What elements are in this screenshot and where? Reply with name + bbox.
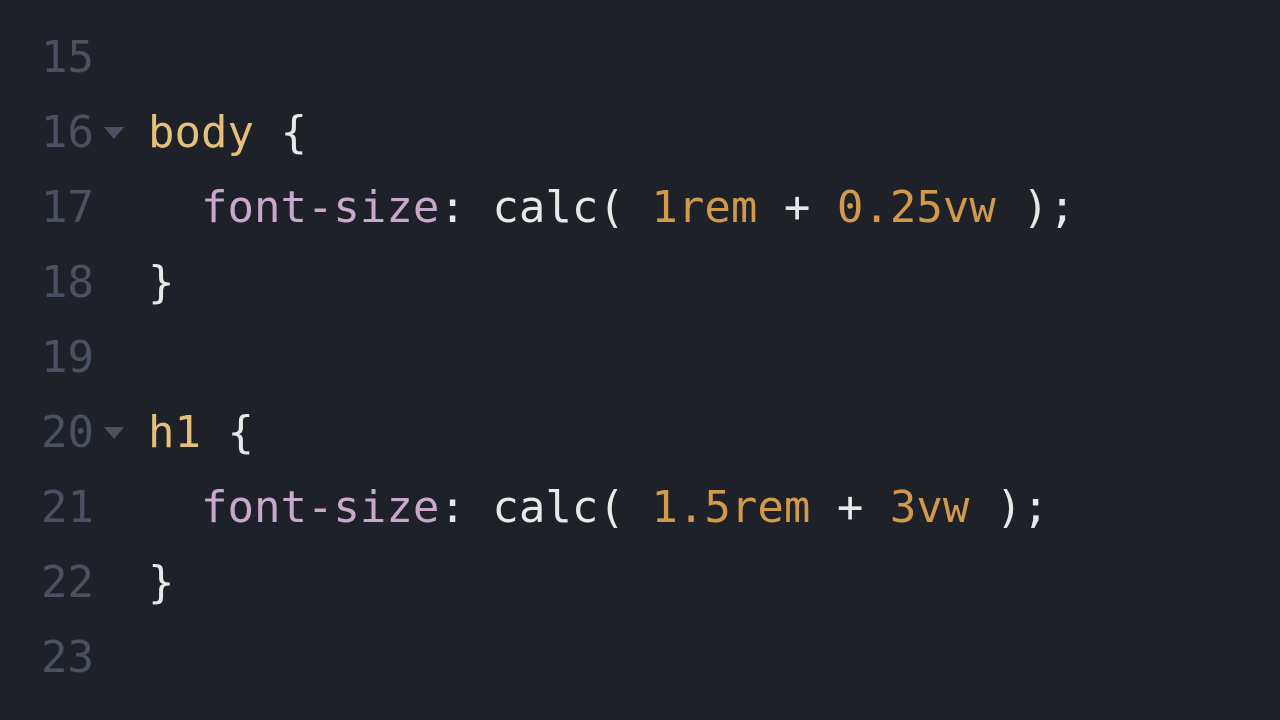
code-token: } xyxy=(148,557,175,608)
code-token: calc xyxy=(492,182,598,233)
code-line-content[interactable]: h1 { xyxy=(148,411,254,455)
code-line[interactable]: body { xyxy=(148,95,1280,170)
code-token: : xyxy=(439,182,466,233)
code-token: h1 xyxy=(148,407,201,458)
code-line-content[interactable]: } xyxy=(148,561,175,605)
code-token xyxy=(810,482,837,533)
code-token xyxy=(810,182,837,233)
line-number-value: 20 xyxy=(41,407,94,458)
code-editor[interactable]: 15 16 17 18 19 20 21 22 23 body { font-size: cal… xyxy=(0,0,1280,720)
line-number: 21 xyxy=(0,470,130,545)
line-number-value: 22 xyxy=(41,557,94,608)
code-token: + xyxy=(784,182,811,233)
code-token: rem xyxy=(731,482,810,533)
line-number: 23 xyxy=(0,620,130,695)
code-token xyxy=(466,182,493,233)
code-token: : xyxy=(439,482,466,533)
code-token: ) xyxy=(1022,182,1049,233)
code-token xyxy=(969,482,996,533)
code-token xyxy=(466,482,493,533)
line-number: 17 xyxy=(0,170,130,245)
code-token: ; xyxy=(1049,182,1076,233)
code-line[interactable] xyxy=(148,620,1280,695)
code-token xyxy=(148,482,201,533)
line-number-value: 15 xyxy=(41,32,94,83)
code-area[interactable]: body { font-size: calc( 1rem + 0.25vw );… xyxy=(130,20,1280,720)
line-number-value: 21 xyxy=(41,482,94,533)
code-token: + xyxy=(837,482,864,533)
line-number-gutter: 15 16 17 18 19 20 21 22 23 xyxy=(0,20,130,720)
code-token xyxy=(625,482,652,533)
line-number-value: 18 xyxy=(41,257,94,308)
code-token: vw xyxy=(943,182,996,233)
code-line-content[interactable]: font-size: calc( 1rem + 0.25vw ); xyxy=(148,186,1075,230)
code-token xyxy=(201,407,228,458)
code-token: ; xyxy=(1022,482,1049,533)
code-token xyxy=(863,482,890,533)
code-token xyxy=(254,107,281,158)
code-token: body xyxy=(148,107,254,158)
code-token: font-size xyxy=(201,182,439,233)
code-line[interactable]: } xyxy=(148,545,1280,620)
code-token: { xyxy=(280,107,307,158)
code-line[interactable]: } xyxy=(148,245,1280,320)
line-number: 22 xyxy=(0,545,130,620)
code-token xyxy=(148,182,201,233)
line-number: 19 xyxy=(0,320,130,395)
code-line-content[interactable]: } xyxy=(148,261,175,305)
code-token xyxy=(996,182,1023,233)
code-line[interactable] xyxy=(148,320,1280,395)
code-token xyxy=(625,182,652,233)
code-line-content[interactable]: body { xyxy=(148,111,307,155)
code-line[interactable]: font-size: calc( 1rem + 0.25vw ); xyxy=(148,170,1280,245)
fold-chevron-down-icon[interactable] xyxy=(104,427,124,439)
code-token xyxy=(757,182,784,233)
code-token: ) xyxy=(996,482,1023,533)
code-line[interactable] xyxy=(148,20,1280,95)
code-token: 0.25 xyxy=(837,182,943,233)
code-line[interactable]: font-size: calc( 1.5rem + 3vw ); xyxy=(148,470,1280,545)
line-number-value: 19 xyxy=(41,332,94,383)
line-number-value: 23 xyxy=(41,632,94,683)
line-number: 18 xyxy=(0,245,130,320)
line-number: 15 xyxy=(0,20,130,95)
line-number: 16 xyxy=(0,95,130,170)
code-token: ( xyxy=(598,482,625,533)
code-token: ( xyxy=(598,182,625,233)
code-token: 1 xyxy=(651,182,678,233)
line-number-value: 17 xyxy=(41,182,94,233)
code-token: font-size xyxy=(201,482,439,533)
fold-chevron-down-icon[interactable] xyxy=(104,127,124,139)
code-token: calc xyxy=(492,482,598,533)
code-token: 3 xyxy=(890,482,917,533)
code-line[interactable]: h1 { xyxy=(148,395,1280,470)
code-token: vw xyxy=(916,482,969,533)
line-number: 20 xyxy=(0,395,130,470)
code-token: rem xyxy=(678,182,757,233)
code-token: 1.5 xyxy=(651,482,730,533)
line-number-value: 16 xyxy=(41,107,94,158)
code-token: { xyxy=(227,407,254,458)
code-token: } xyxy=(148,257,175,308)
code-line-content[interactable]: font-size: calc( 1.5rem + 3vw ); xyxy=(148,486,1049,530)
